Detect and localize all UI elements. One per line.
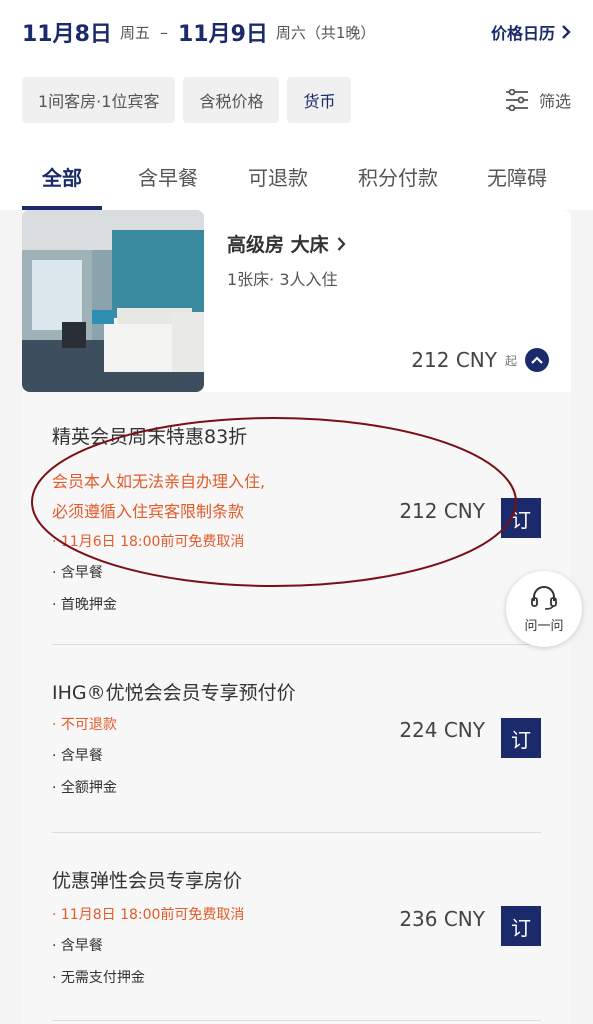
rate-breakfast: · 含早餐 [52,565,103,581]
room-name: 高级房 大床 [227,234,329,256]
tab-breakfast[interactable]: 含早餐 [136,150,200,210]
rate-deposit: · 无需支付押金 [52,970,145,986]
rate-title: IHG®优悦会会员专享预付价 [52,682,296,704]
rate-option-1: 精英会员周末特惠83折 会员本人如无法亲自办理入住, 必须遵循入住宾客限制条款 … [52,422,541,613]
rate-breakfast: · 含早餐 [52,938,103,954]
from-price-suffix: 起 [504,353,517,368]
divider [52,1020,541,1021]
collapse-toggle[interactable] [525,348,549,372]
rate-deposit: · 全额押金 [52,780,117,796]
rate-note: 会员本人如无法亲自办理入住, [52,472,266,491]
room-bed-occupancy: 1张床· 3人入住 [227,270,338,289]
sliders-icon [505,89,528,111]
rate-list: 精英会员周末特惠83折 会员本人如无法亲自办理入住, 必须遵循入住宾客限制条款 … [22,392,571,1024]
date-separator: – [159,22,168,42]
rate-tabs: 全部 含早餐 可退款 积分付款 无障碍 [22,150,571,210]
date-range-header[interactable]: 11月8日 周五 – 11月9日 周六（共1晚） 价格日历 [22,14,571,50]
ask-support-label: 问一问 [524,618,564,634]
filter-label: 筛选 [538,92,571,111]
price-calendar-label: 价格日历 [490,24,555,43]
currency-chip[interactable]: 货币 [287,77,352,123]
book-button[interactable]: 订 [501,498,541,538]
checkout-date: 11月9日 [177,22,268,47]
headset-icon [531,585,557,610]
tax-price-chip[interactable]: 含税价格 [183,77,280,123]
from-price-value: 212 CNY [411,348,497,372]
rate-cancel-policy: · 11月8日 18:00前可免费取消 [52,907,245,923]
divider [52,644,541,645]
tab-points[interactable]: 积分付款 [355,150,441,210]
rate-option-3: 优惠弹性会员专享房价 · 11月8日 18:00前可免费取消 · 含早餐 · 无… [52,866,541,996]
rate-price: 212 CNY [399,499,485,523]
divider [52,832,541,833]
rate-price: 224 CNY [399,718,485,742]
room-photo[interactable] [22,210,204,392]
checkin-weekday: 周五 [119,23,150,42]
checkin-date: 11月8日 [22,22,112,47]
tab-refundable[interactable]: 可退款 [246,150,310,210]
chevron-right-icon [562,25,571,39]
filter-button[interactable]: 筛选 [505,88,571,112]
chevron-right-icon [337,236,346,251]
rate-title: 优惠弹性会员专享房价 [52,870,243,892]
rooms-guests-chip[interactable]: 1间客房·1位宾客 [22,77,176,123]
checkout-weekday: 周六（共1晚） [275,23,376,42]
rate-title: 精英会员周末特惠83折 [52,426,248,448]
tab-accessible[interactable]: 无障碍 [485,150,549,210]
rate-deposit: · 首晚押金 [52,597,117,613]
rate-breakfast: · 含早餐 [52,748,103,764]
rate-price: 236 CNY [399,907,485,931]
tab-all[interactable]: 全部 [22,150,102,210]
rate-cancel-policy: · 11月6日 18:00前可免费取消 [52,534,245,550]
ask-support-button[interactable]: 问一问 [506,571,582,647]
book-button[interactable]: 订 [501,906,541,946]
book-button[interactable]: 订 [501,718,541,758]
price-calendar-link[interactable]: 价格日历 [491,20,571,44]
chevron-up-icon [531,356,543,364]
room-name-link[interactable]: 高级房 大床 [227,230,346,257]
rate-option-2: IHG®优悦会会员专享预付价 · 不可退款 · 含早餐 · 全额押金 224 C… [52,678,541,808]
rate-note: 必须遵循入住宾客限制条款 [52,502,245,521]
room-from-price: 212 CNY 起 [411,348,549,372]
filter-bar: 1间客房·1位宾客 含税价格 货币 筛选 [22,77,571,123]
room-card: 高级房 大床 1张床· 3人入住 212 CNY 起 精英会员周末特惠83折 会… [22,210,571,1024]
rate-cancel-policy: · 不可退款 [52,717,117,733]
